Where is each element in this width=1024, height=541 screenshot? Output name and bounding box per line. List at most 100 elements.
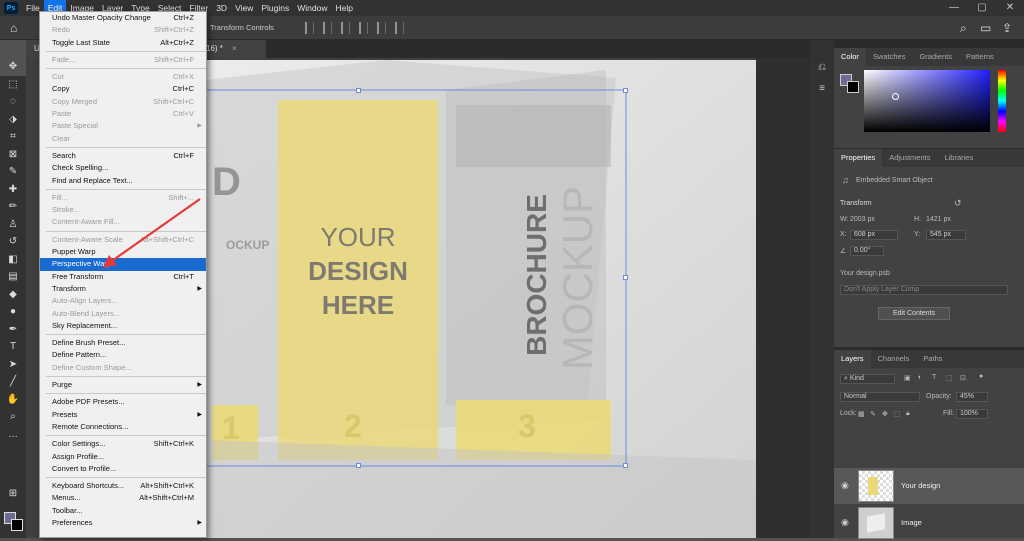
search-icon[interactable]: ⌕ [960, 21, 967, 36]
path-select-tool-icon[interactable]: ➤ [0, 356, 26, 374]
align-middle-icon[interactable] [377, 22, 386, 34]
tab-properties[interactable]: Properties [834, 149, 883, 167]
align-center-icon[interactable] [323, 22, 332, 34]
healing-tool-icon[interactable]: ✚ [0, 181, 26, 199]
filter-shape-icon[interactable]: ⬚ [946, 374, 953, 382]
blur-tool-icon[interactable]: ◆ [0, 286, 26, 304]
close-tab-icon[interactable]: × [232, 40, 237, 58]
menu-item-color-settings[interactable]: Color Settings... Shift+Ctrl+K [40, 438, 206, 450]
marquee-tool-icon[interactable]: ⬚ [0, 76, 26, 94]
w-value[interactable]: 2003 px [850, 216, 875, 223]
menu-item-check-spelling[interactable]: Check Spelling... [40, 162, 206, 174]
lock-artboard-icon[interactable]: ⬚ [894, 410, 901, 418]
layer-filter-select[interactable]: ⌕ Kind [840, 374, 895, 384]
y-field[interactable]: 545 px [926, 230, 966, 240]
eraser-tool-icon[interactable]: ◧ [0, 251, 26, 269]
color-picker-cursor[interactable] [892, 93, 899, 100]
filter-pixel-icon[interactable]: ▣ [904, 374, 911, 382]
menu-item-preferences[interactable]: Preferences ▶ [40, 517, 206, 529]
hand-tool-icon[interactable]: ✋ [0, 391, 26, 409]
transform-handle[interactable] [356, 463, 361, 468]
transform-handle[interactable] [623, 275, 628, 280]
transform-handle[interactable] [623, 88, 628, 93]
history-brush-tool-icon[interactable]: ↺ [0, 233, 26, 251]
tab-libraries[interactable]: Libraries [937, 149, 980, 167]
menu-item-toggle-last-state[interactable]: Toggle Last State Alt+Ctrl+Z [40, 37, 206, 49]
menu-item-convert-to-profile[interactable]: Convert to Profile... [40, 463, 206, 475]
opacity-field[interactable]: 45% [956, 392, 988, 402]
more-tools-icon[interactable]: … [0, 426, 26, 444]
lock-all-icon[interactable]: 🔒︎ [906, 410, 910, 418]
menu-plugins[interactable]: Plugins [257, 0, 293, 16]
dodge-tool-icon[interactable]: ● [0, 303, 26, 321]
visibility-eye-icon[interactable]: ◉ [841, 517, 849, 528]
color-picker-field[interactable] [864, 70, 990, 132]
menu-window[interactable]: Window [293, 0, 331, 16]
lock-paint-icon[interactable]: ✎ [870, 410, 876, 418]
blend-mode-select[interactable]: Normal [840, 392, 920, 402]
stamp-tool-icon[interactable]: ♙ [0, 216, 26, 234]
edit-toolbar-icon[interactable]: ⊞ [0, 485, 26, 503]
menu-item-define-pattern[interactable]: Define Pattern... [40, 349, 206, 361]
menu-item-find-and-replace-text[interactable]: Find and Replace Text... [40, 175, 206, 187]
move-tool-icon[interactable]: ✥ [0, 58, 26, 76]
align-left-icon[interactable] [305, 22, 314, 34]
minimize-button[interactable]: — [940, 0, 968, 16]
fill-field[interactable]: 100% [956, 409, 988, 419]
menu-item-sky-replacement[interactable]: Sky Replacement... [40, 320, 206, 332]
filter-type-icon[interactable]: T [932, 374, 936, 381]
align-bottom-icon[interactable] [395, 22, 404, 34]
zoom-tool-icon[interactable]: ⌕ [0, 408, 26, 426]
menu-item-define-brush-preset[interactable]: Define Brush Preset... [40, 337, 206, 349]
line-tool-icon[interactable]: ╱ [0, 373, 26, 391]
filter-adjust-icon[interactable]: ◐ [918, 374, 922, 381]
angle-field[interactable]: 0.00° [850, 246, 884, 256]
maximize-button[interactable]: ▢ [968, 0, 996, 16]
menu-item-search[interactable]: Search Ctrl+F [40, 150, 206, 162]
layer-name[interactable]: Image [901, 518, 922, 527]
align-right-icon[interactable] [341, 22, 350, 34]
history-panel-icon[interactable]: ⎌ [810, 62, 834, 73]
workspace-icon[interactable]: ▭ [980, 21, 991, 35]
transform-handle[interactable] [623, 463, 628, 468]
layer-row[interactable]: ◉ Image [834, 505, 1024, 541]
lock-position-icon[interactable]: ✥ [882, 410, 888, 418]
close-button[interactable]: ✕ [996, 0, 1024, 16]
menu-item-toolbar[interactable]: Toolbar... [40, 505, 206, 517]
h-value[interactable]: 1421 px [926, 216, 951, 223]
home-icon[interactable]: ⌂ [10, 21, 24, 35]
tab-color[interactable]: Color [834, 48, 866, 66]
tab-layers[interactable]: Layers [834, 350, 871, 368]
visibility-eye-icon[interactable]: ◉ [841, 480, 849, 491]
menu-item-menus[interactable]: Menus... Alt+Shift+Ctrl+M [40, 492, 206, 504]
color-bg-swatch[interactable] [847, 81, 859, 93]
menu-item-undo-master-opacity-change[interactable]: Undo Master Opacity Change Ctrl+Z [40, 12, 206, 24]
tab-gradients[interactable]: Gradients [912, 48, 959, 66]
menu-item-purge[interactable]: Purge ▶ [40, 379, 206, 391]
pen-tool-icon[interactable]: ✒ [0, 321, 26, 339]
type-tool-icon[interactable]: T [0, 338, 26, 356]
menu-3d[interactable]: 3D [212, 0, 231, 16]
quick-select-tool-icon[interactable]: ⬗ [0, 111, 26, 129]
menu-item-keyboard-shortcuts[interactable]: Keyboard Shortcuts... Alt+Shift+Ctrl+K [40, 480, 206, 492]
tab-swatches[interactable]: Swatches [866, 48, 913, 66]
layer-row[interactable]: ◉ Your design [834, 468, 1024, 504]
document-canvas[interactable]: D OCKUP YOUR DESIGN HERE BROCHURE MOCKUP… [206, 60, 756, 538]
tab-channels[interactable]: Channels [871, 350, 917, 368]
hue-slider[interactable] [998, 70, 1006, 132]
menu-item-adobe-pdf-presets[interactable]: Adobe PDF Presets... [40, 396, 206, 408]
crop-tool-icon[interactable]: ⌗ [0, 128, 26, 146]
share-icon[interactable]: ⇪ [1002, 21, 1012, 35]
menu-item-presets[interactable]: Presets ▶ [40, 409, 206, 421]
lasso-tool-icon[interactable]: ◌ [0, 93, 26, 111]
tab-patterns[interactable]: Patterns [959, 48, 1001, 66]
frame-tool-icon[interactable]: ⊠ [0, 146, 26, 164]
x-field[interactable]: 608 px [850, 230, 898, 240]
edit-contents-button[interactable]: Edit Contents [878, 307, 950, 320]
gradient-tool-icon[interactable]: ▤ [0, 268, 26, 286]
menu-item-copy[interactable]: Copy Ctrl+C [40, 83, 206, 95]
tab-adjustments[interactable]: Adjustments [882, 149, 937, 167]
background-color-swatch[interactable] [11, 519, 23, 531]
tab-paths[interactable]: Paths [916, 350, 949, 368]
adjust-panel-icon[interactable]: ≡ [810, 83, 834, 94]
